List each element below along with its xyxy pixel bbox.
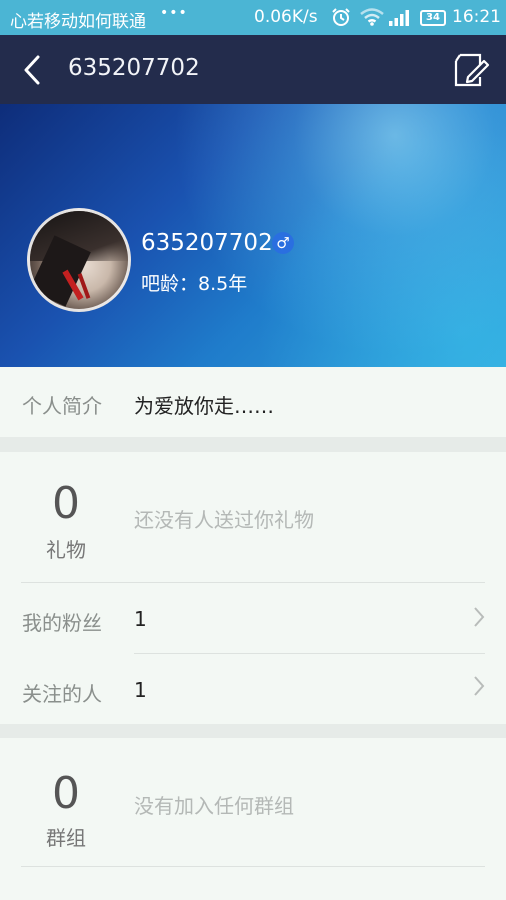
fans-count: 1 <box>134 607 147 631</box>
alarm-icon <box>332 8 350 26</box>
group-count: 0 <box>52 768 80 819</box>
chevron-right-icon <box>474 676 485 696</box>
fans-row[interactable]: 我的粉丝 1 <box>0 583 506 653</box>
stats-section: 0 礼物 还没有人送过你礼物 我的粉丝 1 关注的人 1 <box>0 452 506 724</box>
chevron-right-icon <box>474 607 485 627</box>
fans-label: 我的粉丝 <box>22 611 102 635</box>
group-empty-text: 没有加入任何群组 <box>134 794 294 818</box>
section-gap <box>0 437 506 452</box>
signal-icon <box>389 10 409 26</box>
following-count: 1 <box>134 678 147 702</box>
gift-label: 礼物 <box>46 538 86 562</box>
bar-age: 吧龄：8.5年 <box>141 273 248 295</box>
intro-label: 个人简介 <box>22 394 102 418</box>
carrier-name: 心若移动如何联通 <box>10 12 146 32</box>
group-label: 群组 <box>46 826 86 850</box>
profile-banner: 635207702 ♂ 吧龄：8.5年 <box>0 104 506 367</box>
following-label: 关注的人 <box>22 682 102 706</box>
male-gender-icon: ♂ <box>272 232 294 254</box>
app-header: 635207702 <box>0 35 506 104</box>
section-gap <box>0 724 506 738</box>
divider <box>21 866 485 867</box>
avatar[interactable] <box>27 208 131 312</box>
page-title: 635207702 <box>68 55 200 81</box>
following-row[interactable]: 关注的人 1 <box>0 654 506 724</box>
gift-count: 0 <box>52 478 80 529</box>
battery-icon: 34 <box>420 10 446 26</box>
network-speed: 0.06K/s <box>254 7 318 27</box>
intro-value: 为爱放你走…… <box>134 394 274 418</box>
groups-section: 0 群组 没有加入任何群组 <box>0 738 506 900</box>
chevron-left-icon[interactable] <box>16 52 52 88</box>
clock: 16:21 <box>452 7 501 27</box>
notification-dots: ••• <box>160 5 188 21</box>
gift-empty-text: 还没有人送过你礼物 <box>134 508 314 532</box>
wifi-icon <box>360 8 384 26</box>
intro-row: 个人简介 为爱放你走…… <box>0 367 506 437</box>
user-name: 635207702 <box>141 230 273 256</box>
status-bar: 心若移动如何联通 ••• 0.06K/s 34 16:21 <box>0 0 506 35</box>
edit-icon[interactable] <box>448 51 490 89</box>
